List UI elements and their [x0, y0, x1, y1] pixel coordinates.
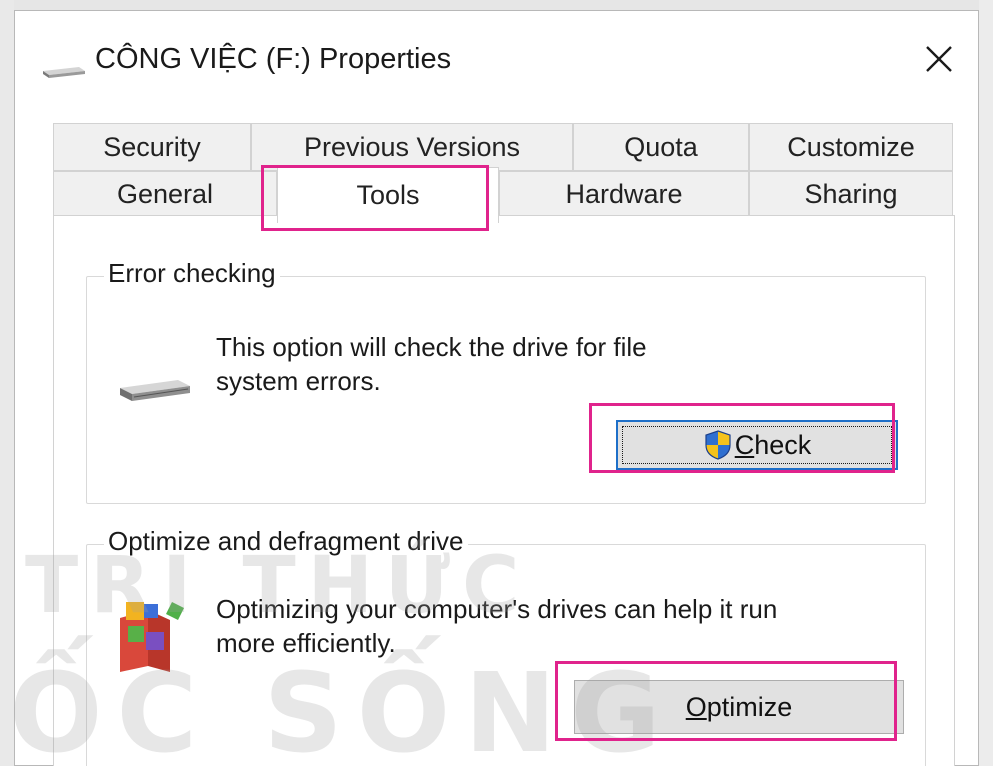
- optimize-button-label: Optimize: [685, 691, 793, 722]
- tab-security[interactable]: Security: [53, 123, 251, 171]
- focus-ring: [622, 426, 892, 464]
- window-title: CÔNG VIỆC (F:) Properties: [95, 43, 452, 75]
- background-edge-right: [979, 0, 993, 766]
- tab-sharing[interactable]: Sharing: [749, 171, 953, 217]
- drive-icon: [43, 67, 85, 78]
- error-checking-desc-line2: system errors.: [216, 366, 381, 396]
- title-bar[interactable]: CÔNG VIỆC (F:) Properties: [15, 11, 978, 103]
- tab-customize[interactable]: Customize: [749, 123, 953, 171]
- optimize-button[interactable]: Optimize: [574, 680, 904, 734]
- optimize-desc-line2: more efficiently.: [216, 628, 396, 658]
- tools-tab-panel: Error checking This option will check th…: [53, 215, 955, 766]
- tab-strip: Security Previous Versions Quota Customi…: [53, 123, 953, 223]
- error-checking-title: Error checking: [104, 258, 280, 288]
- close-icon: [926, 46, 952, 72]
- optimize-title: Optimize and defragment drive: [104, 526, 468, 556]
- error-checking-description: This option will check the drive for fil…: [216, 330, 836, 398]
- background-edge-left: [0, 0, 14, 766]
- error-checking-desc-line1: This option will check the drive for fil…: [216, 332, 647, 362]
- tab-tools[interactable]: Tools: [277, 167, 499, 223]
- close-button[interactable]: [913, 33, 965, 85]
- tab-quota[interactable]: Quota: [573, 123, 749, 171]
- tab-general[interactable]: General: [53, 171, 277, 217]
- check-button[interactable]: Check: [616, 420, 898, 470]
- properties-dialog: CÔNG VIỆC (F:) Properties Security Previ…: [9, 10, 979, 766]
- tab-previous-versions[interactable]: Previous Versions: [251, 123, 573, 171]
- defrag-icon: [120, 602, 184, 672]
- tab-hardware[interactable]: Hardware: [499, 171, 749, 217]
- drive-icon: [120, 380, 190, 401]
- optimize-desc-line1: Optimizing your computer's drives can he…: [216, 594, 778, 624]
- screen: CÔNG VIỆC (F:) Properties Security Previ…: [0, 0, 993, 766]
- background-edge-top: [0, 0, 993, 10]
- optimize-description: Optimizing your computer's drives can he…: [216, 592, 916, 660]
